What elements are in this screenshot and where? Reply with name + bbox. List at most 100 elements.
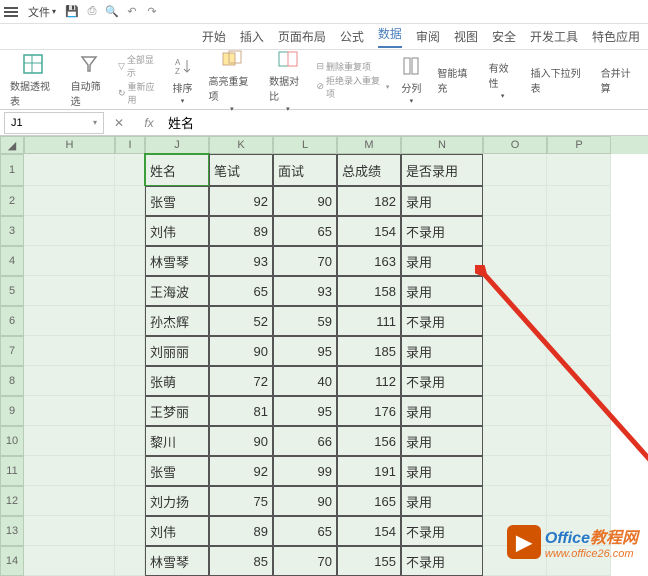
row-header[interactable]: 1 [0,154,24,186]
cell[interactable] [483,306,547,336]
col-header[interactable]: L [273,136,337,154]
cell[interactable]: 72 [209,366,273,396]
col-header[interactable]: M [337,136,401,154]
cell[interactable]: 录用 [401,276,483,306]
cell[interactable] [547,486,611,516]
cell[interactable]: 156 [337,426,401,456]
cell[interactable] [547,456,611,486]
redo-icon[interactable]: ↷ [144,4,160,20]
cell[interactable]: 93 [209,246,273,276]
cell[interactable]: 录用 [401,426,483,456]
cell[interactable] [483,396,547,426]
cell[interactable] [115,366,145,396]
cell[interactable] [547,336,611,366]
cell[interactable] [115,426,145,456]
cell[interactable]: 90 [273,186,337,216]
highlight-dup-button[interactable]: 高亮重复项▾ [205,45,260,115]
cell[interactable]: 182 [337,186,401,216]
cancel-icon[interactable]: ✕ [110,114,128,132]
cell[interactable]: 刘伟 [145,516,209,546]
cell[interactable] [24,516,115,546]
cell[interactable]: 111 [337,306,401,336]
col-header[interactable]: K [209,136,273,154]
col-header[interactable]: N [401,136,483,154]
cell[interactable]: 不录用 [401,216,483,246]
cell[interactable]: 191 [337,456,401,486]
cell[interactable]: 95 [273,396,337,426]
cell[interactable] [115,396,145,426]
cell[interactable]: 录用 [401,486,483,516]
row-header[interactable]: 6 [0,306,24,336]
cell[interactable] [24,336,115,366]
row-header[interactable]: 9 [0,396,24,426]
cell[interactable] [115,246,145,276]
print-icon[interactable]: ⎙ [84,4,100,20]
cell[interactable]: 65 [273,516,337,546]
cell[interactable] [483,336,547,366]
cell[interactable]: 不录用 [401,366,483,396]
col-header[interactable]: O [483,136,547,154]
cell[interactable]: 95 [273,336,337,366]
tab-home[interactable]: 开始 [202,28,226,45]
insert-dropdown-button[interactable]: 插入下拉列表 [527,63,591,97]
tab-special[interactable]: 特色应用 [592,28,640,45]
cell[interactable] [115,486,145,516]
cell[interactable] [24,426,115,456]
cell[interactable] [483,216,547,246]
row-header[interactable]: 2 [0,186,24,216]
row-header[interactable]: 10 [0,426,24,456]
cell[interactable]: 90 [209,336,273,366]
cell[interactable] [115,216,145,246]
cell[interactable]: 70 [273,246,337,276]
validation-button[interactable]: 有效性▾ [485,58,521,102]
cell[interactable]: 不录用 [401,516,483,546]
cell[interactable]: 163 [337,246,401,276]
cell[interactable] [547,306,611,336]
cell[interactable]: 是否录用 [401,154,483,186]
cell[interactable] [483,276,547,306]
cell[interactable]: 姓名 [145,154,209,186]
cell[interactable]: 刘伟 [145,216,209,246]
cell[interactable]: 录用 [401,336,483,366]
row-header[interactable]: 12 [0,486,24,516]
cell[interactable] [115,516,145,546]
cell[interactable]: 孙杰辉 [145,306,209,336]
cell[interactable] [547,154,611,186]
cell[interactable]: 158 [337,276,401,306]
remove-dup-button[interactable]: ⊟删除重复项 [316,60,389,73]
row-header[interactable]: 7 [0,336,24,366]
cell[interactable] [483,186,547,216]
reject-dup-button[interactable]: ⊘拒绝录入重复项▾ [316,74,389,100]
cell[interactable]: 张雪 [145,186,209,216]
cell[interactable] [483,246,547,276]
cell[interactable] [115,336,145,366]
cell[interactable]: 90 [273,486,337,516]
cell[interactable] [483,366,547,396]
col-header[interactable]: P [547,136,611,154]
reapply-button[interactable]: ↻重新应用 [118,80,161,106]
cell[interactable]: 录用 [401,456,483,486]
split-column-button[interactable]: 分列▾ [395,52,427,107]
cell[interactable]: 林雪琴 [145,246,209,276]
menu-icon[interactable] [4,7,18,17]
tab-layout[interactable]: 页面布局 [278,28,326,45]
col-header[interactable]: J [145,136,209,154]
smart-fill-button[interactable]: 智能填充 [433,63,478,97]
cell[interactable] [24,276,115,306]
cell[interactable] [115,186,145,216]
tab-data[interactable]: 数据 [378,25,402,48]
cell[interactable] [24,186,115,216]
cell[interactable]: 黎川 [145,426,209,456]
cell[interactable]: 录用 [401,396,483,426]
cell[interactable] [483,426,547,456]
cell[interactable]: 89 [209,216,273,246]
cell[interactable]: 165 [337,486,401,516]
consolidate-button[interactable]: 合并计算 [597,63,642,97]
cell[interactable] [483,154,547,186]
tab-dev[interactable]: 开发工具 [530,28,578,45]
cell[interactable]: 92 [209,456,273,486]
file-menu[interactable]: 文件 ▾ [22,2,62,22]
cell[interactable]: 99 [273,456,337,486]
cell[interactable]: 59 [273,306,337,336]
cell[interactable] [24,306,115,336]
